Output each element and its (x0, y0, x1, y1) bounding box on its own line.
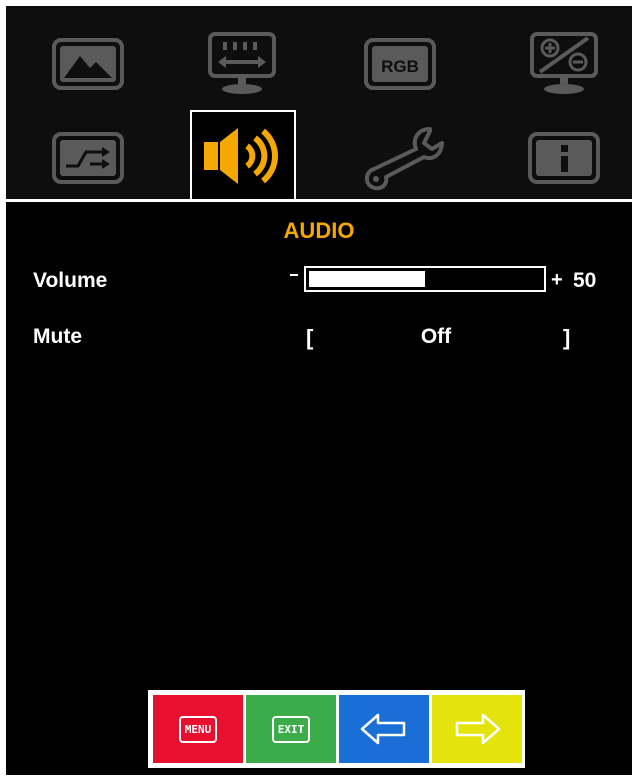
left-button[interactable] (339, 695, 429, 763)
volume-slider-fill (309, 271, 425, 287)
mute-value[interactable]: Off (366, 325, 506, 349)
key-guide: MENU EXIT (148, 690, 525, 768)
mute-bracket-right: ] (563, 325, 571, 350)
tab-color[interactable]: RGB (362, 36, 438, 92)
right-arrow-icon (455, 713, 501, 745)
speaker-icon (204, 128, 278, 184)
menu-button[interactable]: MENU (153, 695, 243, 763)
volume-value: 50 (573, 269, 597, 292)
menu-key-label: MENU (178, 715, 218, 743)
volume-label[interactable]: Volume (33, 269, 107, 293)
menu-title: AUDIO (283, 218, 355, 243)
wrench-icon (365, 127, 444, 191)
tab-display[interactable] (204, 32, 280, 96)
tab-setup[interactable] (358, 124, 444, 192)
osd-menu: RGB AUDIO Volume + 50 Mute [Off] MENU … (6, 6, 632, 775)
rgb-icon: RGB (364, 38, 436, 90)
tab-divider (6, 199, 632, 202)
tab-bar: RGB (6, 6, 632, 200)
volume-plus: + (551, 269, 563, 291)
tab-input[interactable] (50, 130, 126, 186)
tab-information[interactable] (526, 130, 602, 186)
tab-osd-settings[interactable] (526, 32, 602, 96)
info-icon (528, 132, 600, 184)
tab-audio[interactable] (190, 110, 296, 200)
mute-label[interactable]: Mute (33, 325, 82, 349)
right-button[interactable] (432, 695, 522, 763)
exit-key-label: EXIT (271, 715, 311, 743)
svg-text:RGB: RGB (381, 57, 419, 76)
display-adjust-icon (208, 32, 276, 94)
volume-slider[interactable] (304, 266, 546, 292)
picture-icon (52, 38, 124, 90)
volume-minus (290, 274, 298, 276)
osd-adjust-icon (530, 32, 598, 94)
tab-picture[interactable] (50, 36, 126, 92)
exit-button[interactable]: EXIT (246, 695, 336, 763)
input-switch-icon (52, 132, 124, 184)
left-arrow-icon (360, 713, 406, 745)
mute-bracket-left: [ (306, 325, 314, 350)
